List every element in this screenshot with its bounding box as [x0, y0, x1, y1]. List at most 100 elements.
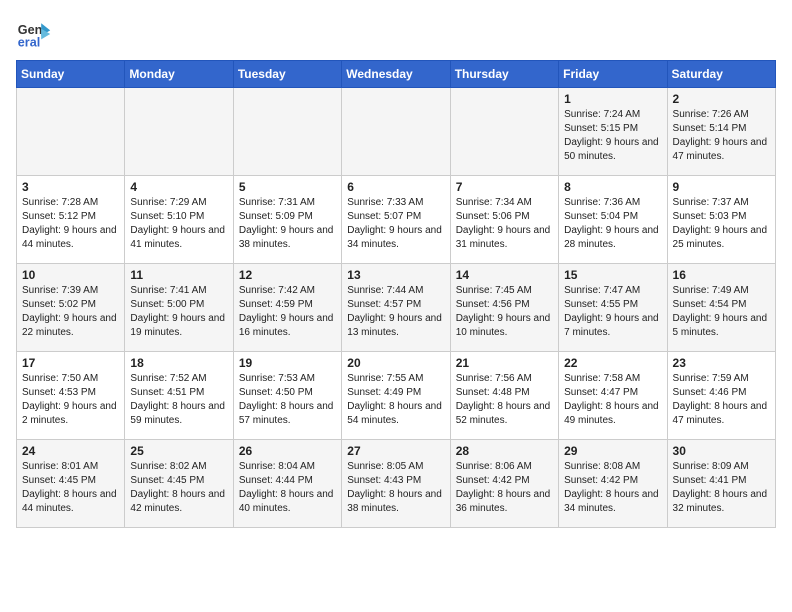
- calendar-cell: 12 Sunrise: 7:42 AM Sunset: 4:59 PM Dayli…: [233, 264, 341, 352]
- day-number: 27: [347, 444, 444, 458]
- day-info: Sunrise: 8:08 AM Sunset: 4:42 PM Dayligh…: [564, 460, 661, 516]
- header: Gen eral: [16, 16, 776, 52]
- logo-icon: Gen eral: [16, 16, 52, 52]
- day-number: 26: [239, 444, 336, 458]
- calendar-header-row: SundayMondayTuesdayWednesdayThursdayFrid…: [17, 61, 776, 88]
- day-header-tuesday: Tuesday: [233, 61, 341, 88]
- day-number: 24: [22, 444, 119, 458]
- calendar-cell: 17 Sunrise: 7:50 AM Sunset: 4:53 PM Dayli…: [17, 352, 125, 440]
- calendar-cell: 22 Sunrise: 7:58 AM Sunset: 4:47 PM Dayli…: [559, 352, 667, 440]
- day-info: Sunrise: 7:36 AM Sunset: 5:04 PM Dayligh…: [564, 196, 661, 252]
- day-info: Sunrise: 7:56 AM Sunset: 4:48 PM Dayligh…: [456, 372, 553, 428]
- week-row-4: 17 Sunrise: 7:50 AM Sunset: 4:53 PM Dayli…: [17, 352, 776, 440]
- day-number: 1: [564, 92, 661, 106]
- calendar-cell: 9Sunrise: 7:37 AM Sunset: 5:03 PM Daylig…: [667, 176, 775, 264]
- day-info: Sunrise: 7:58 AM Sunset: 4:47 PM Dayligh…: [564, 372, 661, 428]
- day-number: 22: [564, 356, 661, 370]
- day-number: 10: [22, 268, 119, 282]
- logo: Gen eral: [16, 16, 56, 52]
- day-info: Sunrise: 7:34 AM Sunset: 5:06 PM Dayligh…: [456, 196, 553, 252]
- day-info: Sunrise: 8:01 AM Sunset: 4:45 PM Dayligh…: [22, 460, 119, 516]
- calendar-cell: 10 Sunrise: 7:39 AM Sunset: 5:02 PM Dayli…: [17, 264, 125, 352]
- calendar-cell: [450, 88, 558, 176]
- calendar-cell: 24 Sunrise: 8:01 AM Sunset: 4:45 PM Dayli…: [17, 440, 125, 528]
- calendar-cell: 8 Sunrise: 7:36 AM Sunset: 5:04 PM Daylig…: [559, 176, 667, 264]
- day-number: 8: [564, 180, 661, 194]
- day-info: Sunrise: 7:50 AM Sunset: 4:53 PM Dayligh…: [22, 372, 119, 428]
- calendar-cell: 19 Sunrise: 7:53 AM Sunset: 4:50 PM Dayli…: [233, 352, 341, 440]
- day-info: Sunrise: 7:49 AM Sunset: 4:54 PM Dayligh…: [673, 284, 770, 340]
- day-info: Sunrise: 7:55 AM Sunset: 4:49 PM Dayligh…: [347, 372, 444, 428]
- day-number: 3: [22, 180, 119, 194]
- day-number: 14: [456, 268, 553, 282]
- day-number: 5: [239, 180, 336, 194]
- calendar-cell: 11Sunrise: 7:41 AM Sunset: 5:00 PM Dayli…: [125, 264, 233, 352]
- day-header-sunday: Sunday: [17, 61, 125, 88]
- calendar-cell: 2 Sunrise: 7:26 AM Sunset: 5:14 PM Daylig…: [667, 88, 775, 176]
- day-info: Sunrise: 7:39 AM Sunset: 5:02 PM Dayligh…: [22, 284, 119, 340]
- calendar-cell: 26 Sunrise: 8:04 AM Sunset: 4:44 PM Dayli…: [233, 440, 341, 528]
- day-info: Sunrise: 8:09 AM Sunset: 4:41 PM Dayligh…: [673, 460, 770, 516]
- calendar-cell: 14 Sunrise: 7:45 AM Sunset: 4:56 PM Dayli…: [450, 264, 558, 352]
- day-number: 13: [347, 268, 444, 282]
- day-header-wednesday: Wednesday: [342, 61, 450, 88]
- calendar-cell: 21Sunrise: 7:56 AM Sunset: 4:48 PM Dayli…: [450, 352, 558, 440]
- calendar-cell: [233, 88, 341, 176]
- calendar-cell: 5 Sunrise: 7:31 AM Sunset: 5:09 PM Daylig…: [233, 176, 341, 264]
- calendar-cell: 15 Sunrise: 7:47 AM Sunset: 4:55 PM Dayli…: [559, 264, 667, 352]
- calendar-cell: 6 Sunrise: 7:33 AM Sunset: 5:07 PM Daylig…: [342, 176, 450, 264]
- week-row-1: 1 Sunrise: 7:24 AM Sunset: 5:15 PM Daylig…: [17, 88, 776, 176]
- day-info: Sunrise: 7:26 AM Sunset: 5:14 PM Dayligh…: [673, 108, 770, 164]
- day-info: Sunrise: 7:59 AM Sunset: 4:46 PM Dayligh…: [673, 372, 770, 428]
- day-number: 23: [673, 356, 770, 370]
- day-number: 30: [673, 444, 770, 458]
- calendar-cell: 27 Sunrise: 8:05 AM Sunset: 4:43 PM Dayli…: [342, 440, 450, 528]
- day-info: Sunrise: 7:24 AM Sunset: 5:15 PM Dayligh…: [564, 108, 661, 164]
- day-info: Sunrise: 8:06 AM Sunset: 4:42 PM Dayligh…: [456, 460, 553, 516]
- calendar-cell: 7 Sunrise: 7:34 AM Sunset: 5:06 PM Daylig…: [450, 176, 558, 264]
- day-number: 6: [347, 180, 444, 194]
- week-row-5: 24 Sunrise: 8:01 AM Sunset: 4:45 PM Dayli…: [17, 440, 776, 528]
- day-number: 4: [130, 180, 227, 194]
- calendar-cell: 16 Sunrise: 7:49 AM Sunset: 4:54 PM Dayli…: [667, 264, 775, 352]
- day-number: 15: [564, 268, 661, 282]
- calendar-cell: 30 Sunrise: 8:09 AM Sunset: 4:41 PM Dayli…: [667, 440, 775, 528]
- svg-text:eral: eral: [18, 36, 40, 50]
- calendar-cell: 25Sunrise: 8:02 AM Sunset: 4:45 PM Dayli…: [125, 440, 233, 528]
- day-info: Sunrise: 7:45 AM Sunset: 4:56 PM Dayligh…: [456, 284, 553, 340]
- calendar-cell: [342, 88, 450, 176]
- day-info: Sunrise: 7:29 AM Sunset: 5:10 PM Dayligh…: [130, 196, 227, 252]
- day-number: 12: [239, 268, 336, 282]
- week-row-3: 10 Sunrise: 7:39 AM Sunset: 5:02 PM Dayli…: [17, 264, 776, 352]
- day-info: Sunrise: 7:31 AM Sunset: 5:09 PM Dayligh…: [239, 196, 336, 252]
- day-number: 2: [673, 92, 770, 106]
- calendar-cell: 13Sunrise: 7:44 AM Sunset: 4:57 PM Dayli…: [342, 264, 450, 352]
- day-number: 28: [456, 444, 553, 458]
- day-number: 18: [130, 356, 227, 370]
- calendar-cell: 28 Sunrise: 8:06 AM Sunset: 4:42 PM Dayli…: [450, 440, 558, 528]
- day-info: Sunrise: 7:52 AM Sunset: 4:51 PM Dayligh…: [130, 372, 227, 428]
- day-info: Sunrise: 8:04 AM Sunset: 4:44 PM Dayligh…: [239, 460, 336, 516]
- day-info: Sunrise: 8:02 AM Sunset: 4:45 PM Dayligh…: [130, 460, 227, 516]
- week-row-2: 3Sunrise: 7:28 AM Sunset: 5:12 PM Daylig…: [17, 176, 776, 264]
- day-info: Sunrise: 7:53 AM Sunset: 4:50 PM Dayligh…: [239, 372, 336, 428]
- day-header-friday: Friday: [559, 61, 667, 88]
- calendar-cell: 18 Sunrise: 7:52 AM Sunset: 4:51 PM Dayli…: [125, 352, 233, 440]
- day-info: Sunrise: 7:47 AM Sunset: 4:55 PM Dayligh…: [564, 284, 661, 340]
- day-header-monday: Monday: [125, 61, 233, 88]
- calendar-cell: 4 Sunrise: 7:29 AM Sunset: 5:10 PM Daylig…: [125, 176, 233, 264]
- day-number: 7: [456, 180, 553, 194]
- calendar-cell: [17, 88, 125, 176]
- day-number: 9: [673, 180, 770, 194]
- day-number: 19: [239, 356, 336, 370]
- day-info: Sunrise: 7:33 AM Sunset: 5:07 PM Dayligh…: [347, 196, 444, 252]
- day-number: 29: [564, 444, 661, 458]
- day-number: 16: [673, 268, 770, 282]
- calendar-cell: 29 Sunrise: 8:08 AM Sunset: 4:42 PM Dayli…: [559, 440, 667, 528]
- calendar-cell: 20Sunrise: 7:55 AM Sunset: 4:49 PM Dayli…: [342, 352, 450, 440]
- day-number: 17: [22, 356, 119, 370]
- day-info: Sunrise: 8:05 AM Sunset: 4:43 PM Dayligh…: [347, 460, 444, 516]
- day-number: 11: [130, 268, 227, 282]
- day-info: Sunrise: 7:42 AM Sunset: 4:59 PM Dayligh…: [239, 284, 336, 340]
- calendar-table: SundayMondayTuesdayWednesdayThursdayFrid…: [16, 60, 776, 528]
